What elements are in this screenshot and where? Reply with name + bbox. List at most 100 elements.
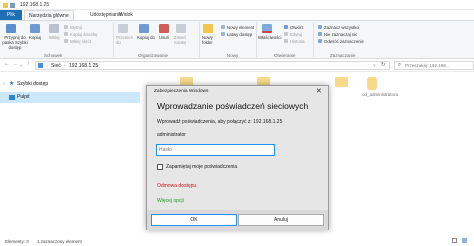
group-divider [313, 23, 314, 57]
rename-icon [176, 24, 186, 33]
properties-icon [262, 24, 272, 33]
password-field[interactable] [156, 144, 275, 156]
more-options-link[interactable]: Więcej opcji [157, 198, 184, 204]
item-count: Elementy: 3 [5, 239, 29, 244]
dialog-title: Zabezpieczenia Windows [154, 89, 209, 94]
dialog-button-bar: OK Anuluj [147, 210, 328, 230]
search-placeholder: Przeszukaj: 192.168... [405, 63, 450, 68]
group-label-open: Otwieranie [274, 53, 296, 58]
tab-home[interactable]: Narzędzia główne [24, 10, 74, 20]
group-divider [199, 23, 200, 57]
open-button[interactable]: Otwórz [290, 25, 304, 30]
address-bar[interactable]: › Sieć › 192.168.1.25 ˅ ↻ [35, 61, 390, 70]
search-icon: ⌕ [398, 62, 402, 68]
breadcrumb-network[interactable]: Sieć [51, 63, 61, 69]
edit-icon [284, 32, 288, 36]
recent-dropdown-icon[interactable]: ˅ [20, 63, 22, 68]
tab-view[interactable]: Widok [115, 10, 137, 20]
paste-icon [49, 24, 59, 33]
file-explorer-window: 192.168.1.25 Plik Narzędzia główne Udost… [0, 0, 474, 246]
breadcrumb-host[interactable]: 192.168.1.25 [69, 63, 98, 69]
copy-path-icon [64, 32, 68, 36]
group-label-organize: Organizowanie [138, 53, 169, 58]
selection-count: 1 zaznaczony element [37, 239, 82, 244]
up-arrow-icon[interactable]: ↑ [27, 61, 30, 67]
select-none-icon [318, 32, 322, 36]
search-box[interactable]: ⌕ Przeszukaj: 192.168... [394, 61, 474, 70]
copy-icon [30, 24, 40, 33]
chevron-right-icon: › [64, 63, 66, 68]
group-divider [256, 23, 257, 57]
copy-to-icon [139, 24, 149, 33]
nav-item-quick-access[interactable]: › ★ Szybki dostęp [0, 79, 140, 90]
status-bar: Elementy: 3 1 zaznaczony element [0, 236, 474, 246]
remember-checkbox[interactable] [157, 164, 163, 170]
select-all-button[interactable]: Zaznacz wszystko [324, 25, 359, 30]
window-title: 192.168.1.25 [20, 2, 50, 8]
quick-access-toolbar-icon[interactable] [10, 3, 15, 8]
paste-shortcut-icon [64, 39, 68, 43]
pin-to-quick-access-button[interactable]: Przypnij do paska Szybki dostęp [2, 35, 28, 50]
copy-button[interactable]: Kopiuj [29, 35, 41, 40]
address-dropdown-icon[interactable]: ˅ [373, 63, 376, 68]
cancel-button[interactable]: Anuluj [238, 214, 324, 226]
group-label-select: Zaznaczanie [330, 53, 356, 58]
edit-button[interactable]: Edytuj [290, 32, 302, 37]
error-message: Odmowa dostępu. [157, 183, 198, 189]
dialog-title-bar: Zabezpieczenia Windows ✕ [147, 86, 328, 97]
chevron-right-icon[interactable]: › [3, 79, 5, 90]
properties-button[interactable]: Właściwości [258, 35, 281, 40]
paste-button[interactable]: Wklej [49, 35, 60, 40]
delete-button[interactable]: Usuń [159, 35, 169, 40]
desktop-icon [9, 95, 15, 100]
nav-item-label: Pulpit [17, 94, 30, 100]
delete-icon [159, 24, 169, 33]
group-label-clipboard: Schowek [44, 53, 63, 58]
remember-checkbox-label[interactable]: Zapamiętaj moje poświadczenia [166, 164, 237, 170]
select-all-icon [318, 25, 322, 29]
paste-shortcut-button[interactable]: Wklej skrót [70, 39, 91, 44]
new-folder-button[interactable]: Nowy folder [202, 35, 218, 45]
ribbon-tabs: Plik Narzędzia główne Udostępnianie Wido… [0, 10, 474, 20]
large-icons-view-icon[interactable] [462, 238, 467, 243]
credentials-dialog: Zabezpieczenia Windows ✕ Wprowadzanie po… [146, 85, 329, 230]
forward-arrow-icon[interactable]: → [12, 61, 18, 67]
select-none-button[interactable]: Nie zaznaczaj nic [324, 32, 357, 37]
easy-access-icon [221, 32, 225, 36]
nav-item-desktop[interactable]: Pulpit [0, 92, 140, 103]
rename-button[interactable]: Zmień nazwę [174, 35, 196, 45]
folder-icon [3, 3, 8, 8]
copy-path-button[interactable]: Kopiuj ścieżkę [70, 32, 97, 37]
network-icon [38, 63, 43, 68]
close-icon[interactable]: ✕ [316, 87, 322, 95]
easy-access-button[interactable]: Łatwy dostęp [227, 32, 252, 37]
history-button[interactable]: Historia [290, 39, 305, 44]
ribbon: Przypnij do paska Szybki dostęp Kopiuj W… [0, 20, 474, 59]
invert-selection-button[interactable]: Odwróć zaznaczenie [324, 39, 364, 44]
cut-icon [64, 25, 68, 29]
refresh-icon[interactable]: ↻ [381, 62, 386, 68]
chevron-right-icon: › [46, 63, 48, 68]
nav-item-label: Szybki dostęp [17, 81, 49, 87]
ok-button[interactable]: OK [151, 214, 237, 226]
move-to-button[interactable]: Przenieś do [116, 35, 134, 45]
history-icon [284, 39, 288, 43]
new-item-icon [221, 25, 225, 29]
navigation-pane: › ★ Szybki dostęp Pulpit [0, 73, 140, 236]
details-view-icon[interactable] [452, 238, 457, 243]
new-item-button[interactable]: Nowy element [227, 25, 254, 30]
navigation-bar: ← → ˅ ↑ › Sieć › 192.168.1.25 ˅ ↻ ⌕ Prze… [0, 60, 474, 72]
cut-button[interactable]: Wytnij [70, 25, 82, 30]
group-divider [113, 23, 114, 57]
title-bar: 192.168.1.25 [0, 0, 474, 10]
tab-file[interactable]: Plik [0, 10, 22, 20]
dialog-prompt: Wprowadź poświadczenia, aby połączyć z: … [157, 119, 283, 125]
pin-icon [6, 24, 16, 33]
back-arrow-icon[interactable]: ← [4, 61, 10, 67]
dialog-heading: Wprowadzanie poświadczeń sieciowych [157, 101, 309, 111]
star-icon: ★ [9, 81, 15, 87]
move-to-icon [118, 24, 128, 33]
copy-to-button[interactable]: Kopiuj do [137, 35, 155, 40]
open-icon [284, 25, 288, 29]
new-folder-icon [203, 24, 213, 33]
